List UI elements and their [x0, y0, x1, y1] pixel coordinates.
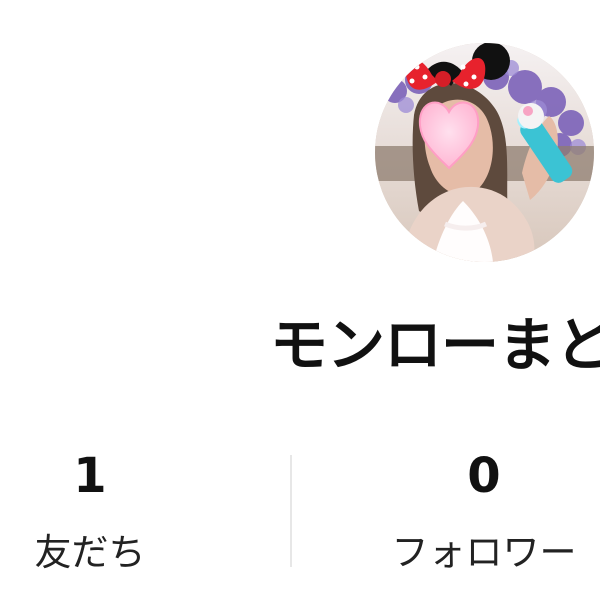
- stats-divider: [290, 455, 292, 567]
- profile-screen: モンローまと 1 友だち 0 フォロワー: [0, 0, 600, 600]
- followers-count: 0: [467, 448, 501, 504]
- friends-stat[interactable]: 1 友だち: [0, 440, 190, 578]
- profile-photo-icon: [375, 43, 594, 262]
- avatar[interactable]: [375, 43, 594, 262]
- friends-count: 1: [73, 448, 107, 504]
- friends-label: 友だち: [34, 531, 146, 574]
- followers-stat[interactable]: 0 フォロワー: [384, 440, 584, 578]
- followers-label: フォロワー: [391, 531, 577, 574]
- profile-name: モンローまと: [270, 311, 600, 379]
